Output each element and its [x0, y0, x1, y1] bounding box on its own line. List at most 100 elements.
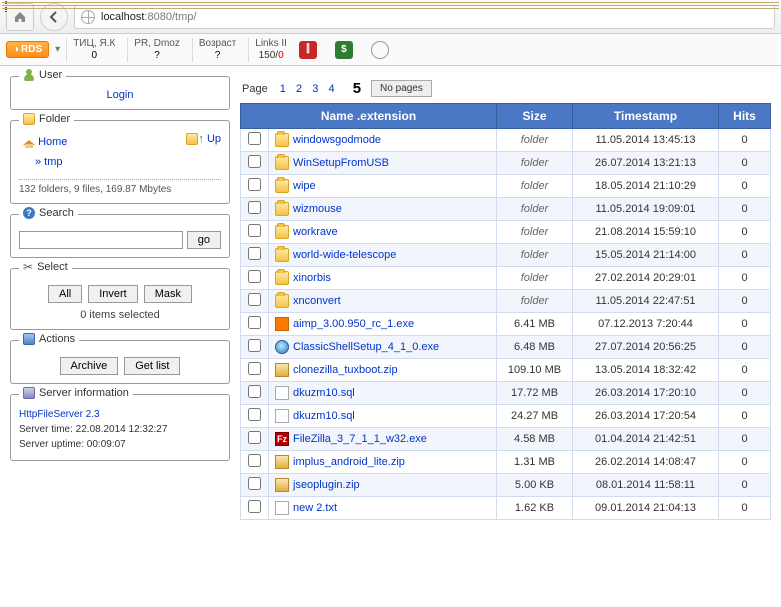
row-checkbox[interactable]: [248, 247, 261, 260]
file-timestamp: 26.02.2014 14:08:47: [573, 451, 719, 474]
table-row: aimp_3.00.950_rc_1.exe6.41 MB07.12.2013 …: [241, 313, 771, 336]
file-link[interactable]: world-wide-telescope: [293, 249, 396, 261]
money-icon[interactable]: $: [335, 41, 353, 59]
row-checkbox[interactable]: [248, 500, 261, 513]
select-status: 0 items selected: [19, 309, 221, 321]
file-timestamp: 21.08.2014 15:59:10: [573, 221, 719, 244]
table-row: dkuzm10.sql17.72 MB26.03.2014 17:20:100: [241, 382, 771, 405]
file-timestamp: 26.03.2014 17:20:10: [573, 382, 719, 405]
file-link[interactable]: implus_android_lite.zip: [293, 456, 405, 468]
pager-link-4[interactable]: 4: [326, 83, 336, 95]
pager-link-2[interactable]: 2: [294, 83, 304, 95]
rds-cell-tic: ТИЦ, Я.К0: [66, 38, 121, 62]
file-size: 24.27 MB: [497, 405, 573, 428]
server-app-link[interactable]: HttpFileServer 2.3: [19, 409, 100, 420]
select-all-button[interactable]: All: [48, 285, 82, 303]
th-size[interactable]: Size: [497, 104, 573, 129]
file-link[interactable]: wipe: [293, 180, 316, 192]
folder-icon: [275, 202, 289, 216]
table-row: FzFileZilla_3_7_1_1_w32.exe4.58 MB01.04.…: [241, 428, 771, 451]
file-timestamp: 27.02.2014 20:29:01: [573, 267, 719, 290]
table-row: world-wide-telescopefolder15.05.2014 21:…: [241, 244, 771, 267]
go-button[interactable]: go: [187, 231, 221, 249]
pager-link-3[interactable]: 3: [310, 83, 320, 95]
file-table: Name .extension Size Timestamp Hits wind…: [240, 103, 771, 520]
row-checkbox[interactable]: [248, 454, 261, 467]
actions-panel-title: Actions: [39, 333, 75, 345]
getlist-button[interactable]: Get list: [124, 357, 180, 375]
table-row: WinSetupFromUSBfolder26.07.2014 13:21:13…: [241, 152, 771, 175]
file-hits: 0: [719, 313, 771, 336]
select-mask-button[interactable]: Mask: [144, 285, 192, 303]
row-checkbox[interactable]: [248, 477, 261, 490]
home-link[interactable]: Home: [38, 136, 67, 148]
folder-panel-title: Folder: [39, 113, 70, 125]
up-link[interactable]: ↑ Up: [186, 133, 221, 145]
file-timestamp: 13.05.2014 18:32:42: [573, 359, 719, 382]
file-link[interactable]: ClassicShellSetup_4_1_0.exe: [293, 341, 439, 353]
dropdown-icon[interactable]: ▾: [55, 44, 60, 55]
search-panel: ?Search go: [10, 214, 230, 258]
row-checkbox[interactable]: [248, 224, 261, 237]
row-checkbox[interactable]: [248, 155, 261, 168]
file-link[interactable]: wizmouse: [293, 203, 342, 215]
select-invert-button[interactable]: Invert: [88, 285, 138, 303]
file-link[interactable]: windowsgodmode: [293, 134, 381, 146]
row-checkbox[interactable]: [248, 431, 261, 444]
file-timestamp: 27.07.2014 20:56:25: [573, 336, 719, 359]
file-link[interactable]: xinorbis: [293, 272, 331, 284]
row-checkbox[interactable]: [248, 132, 261, 145]
file-size: folder: [497, 198, 573, 221]
file-timestamp: 11.05.2014 19:09:01: [573, 198, 719, 221]
world-icon[interactable]: [371, 41, 389, 59]
file-timestamp: 11.05.2014 22:47:51: [573, 290, 719, 313]
row-checkbox[interactable]: [248, 385, 261, 398]
tmp-link[interactable]: » tmp: [35, 156, 63, 168]
file-link[interactable]: dkuzm10.sql: [293, 387, 355, 399]
file-link[interactable]: WinSetupFromUSB: [293, 157, 389, 169]
search-input[interactable]: [19, 231, 183, 249]
folder-icon: [275, 271, 289, 285]
file-link[interactable]: workrave: [293, 226, 338, 238]
file-hits: 0: [719, 405, 771, 428]
th-hits[interactable]: Hits: [719, 104, 771, 129]
login-link[interactable]: Login: [107, 89, 134, 101]
row-checkbox[interactable]: [248, 270, 261, 283]
row-checkbox[interactable]: [248, 293, 261, 306]
file-link[interactable]: xnconvert: [293, 295, 341, 307]
disk-icon: [23, 333, 35, 345]
file-link[interactable]: new 2.txt: [293, 502, 337, 514]
th-timestamp[interactable]: Timestamp: [573, 104, 719, 129]
folder-panel: Folder ↑ Up Home » tmp 132 folders, 9 fi…: [10, 120, 230, 204]
file-icon: [275, 409, 289, 423]
row-checkbox[interactable]: [248, 408, 261, 421]
row-checkbox[interactable]: [248, 362, 261, 375]
file-timestamp: 26.07.2014 13:21:13: [573, 152, 719, 175]
file-link[interactable]: clonezilla_tuxboot.zip: [293, 364, 398, 376]
chart-icon[interactable]: ⫿: [299, 41, 317, 59]
nopages-button[interactable]: No pages: [371, 80, 432, 97]
file-link[interactable]: jseoplugin.zip: [293, 479, 360, 491]
file-link[interactable]: dkuzm10.sql: [293, 410, 355, 422]
row-checkbox[interactable]: [248, 201, 261, 214]
user-icon: [23, 69, 35, 81]
file-size: 4.58 MB: [497, 428, 573, 451]
rds-badge[interactable]: ◑ RDS: [6, 41, 49, 58]
file-link[interactable]: aimp_3.00.950_rc_1.exe: [293, 318, 414, 330]
row-checkbox[interactable]: [248, 178, 261, 191]
row-checkbox[interactable]: [248, 339, 261, 352]
file-size: 1.62 KB: [497, 497, 573, 520]
pager-link-1[interactable]: 1: [278, 83, 288, 95]
folder-icon: [275, 294, 289, 308]
row-checkbox[interactable]: [248, 316, 261, 329]
th-name[interactable]: Name .extension: [241, 104, 497, 129]
file-link[interactable]: FileZilla_3_7_1_1_w32.exe: [293, 433, 427, 445]
file-size: folder: [497, 221, 573, 244]
server-info-panel: Server information HttpFileServer 2.3 Se…: [10, 394, 230, 461]
folder-icon: [23, 113, 35, 125]
file-hits: 0: [719, 474, 771, 497]
archive-button[interactable]: Archive: [60, 357, 119, 375]
search-panel-title: Search: [39, 207, 74, 219]
table-row: dkuzm10.sql24.27 MB26.03.2014 17:20:540: [241, 405, 771, 428]
table-row: implus_android_lite.zip1.31 MB26.02.2014…: [241, 451, 771, 474]
